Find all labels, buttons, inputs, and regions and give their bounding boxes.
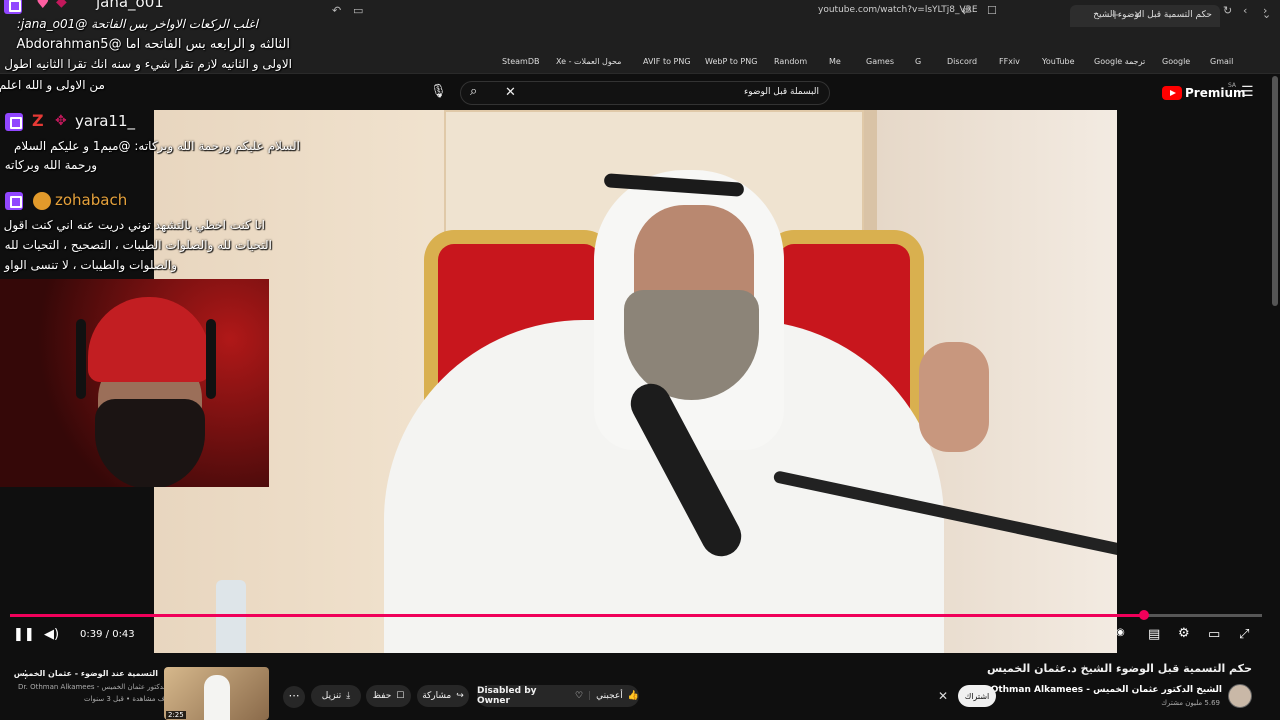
progress-fill xyxy=(10,614,1144,617)
theater-mode-icon[interactable]: ▭ xyxy=(1208,627,1220,642)
bookmark-item[interactable]: Google xyxy=(1162,57,1190,66)
youtube-premium-label: Premium xyxy=(1185,86,1246,100)
bookmark-item[interactable]: Games xyxy=(866,57,894,66)
channel-avatar[interactable] xyxy=(1228,684,1252,708)
save-button[interactable]: حفظ ☐ xyxy=(366,685,411,707)
bookmark-item[interactable]: Gmail xyxy=(1210,57,1233,66)
chat-message: من الاولى و الله اعلم xyxy=(0,78,105,92)
twitch-icon xyxy=(5,192,23,210)
chat-message: الثالثه و الرابعه بس الفاتحه اما @Abdora… xyxy=(16,37,290,52)
browser-tab[interactable]: حكم التسمية قبل الوضوء الشيخ xyxy=(1070,5,1220,27)
chat-message: اغلب الركعات الاواخر بس الفاتحة @jana_o0… xyxy=(16,17,258,31)
sub-badge-icon: ✥ xyxy=(55,113,67,129)
chat-message: ورحمة الله وبركاته xyxy=(4,158,97,172)
settings-gear-icon[interactable]: ⚙ xyxy=(1178,626,1190,641)
screenshot-icon[interactable]: ▭ xyxy=(353,4,363,17)
subscribe-button[interactable]: اشتراك xyxy=(958,685,996,707)
chat-username: yara11_ xyxy=(75,112,136,130)
bookmark-item[interactable]: YouTube xyxy=(1042,57,1075,66)
youtube-play-icon xyxy=(1162,86,1182,100)
related-video-channel: Dr. Othman Alkamees - الدكتور عثمان الخم… xyxy=(18,683,168,691)
clear-search-icon[interactable]: ✕ xyxy=(505,85,516,100)
bookmark-item[interactable]: WebP to PNG xyxy=(705,57,757,66)
reload-icon[interactable]: ↻ xyxy=(1223,4,1232,17)
hamburger-menu-icon[interactable]: ☰ xyxy=(1241,84,1254,100)
heart-badge-icon: ♥ xyxy=(36,0,50,12)
twitch-icon xyxy=(4,0,22,14)
back-icon[interactable]: ‹ xyxy=(1243,4,1247,17)
video-player[interactable] xyxy=(154,110,1117,653)
download-button[interactable]: تنزيل ⤓ xyxy=(311,685,361,707)
video-title: حكم التسمية قبل الوضوء الشيخ د.عثمان الخ… xyxy=(987,662,1252,675)
bookmark-item[interactable]: AVIF to PNG xyxy=(643,57,691,66)
download-label: تنزيل xyxy=(321,691,342,701)
download-icon: ⤓ xyxy=(346,691,351,701)
webcam-headphone xyxy=(206,319,216,399)
forward-icon[interactable]: › xyxy=(1263,4,1267,17)
chat-message: والصلوات والطيبات ، لا تنسى الواو xyxy=(4,258,177,272)
channel-badge-icon xyxy=(33,192,51,210)
bookmark-item[interactable]: Google ترجمة xyxy=(1094,57,1145,66)
autoplay-toggle-icon[interactable]: ◉ xyxy=(1116,627,1125,638)
share-button[interactable]: مشاركة ↪ xyxy=(417,685,469,707)
video-scene-hand xyxy=(919,342,989,452)
chat-message: الاولى و الثانيه لازم تقرا شيء و سنه انك… xyxy=(4,57,292,71)
url-field[interactable]: youtube.com/watch?v=lsYLTj8_VRE xyxy=(818,5,978,15)
chat-username: jana_o01 xyxy=(96,0,164,11)
region-code: SA xyxy=(1228,82,1237,89)
related-video-duration: 2:25 xyxy=(166,711,186,719)
microphone-icon[interactable]: 🎙 xyxy=(430,84,447,99)
translate-icon[interactable]: ⇄ xyxy=(962,4,971,17)
undo-icon[interactable]: ↶ xyxy=(332,4,341,17)
captions-icon[interactable]: ▤ xyxy=(1148,627,1160,642)
streamer-webcam xyxy=(0,279,269,487)
page-scrollbar[interactable] xyxy=(1272,76,1278,306)
time-display: 0:39 / 0:43 xyxy=(80,629,135,640)
like-label[interactable]: أعجبني xyxy=(596,691,623,701)
dislike-label[interactable]: Disabled by Owner xyxy=(477,686,570,706)
bookmark-item[interactable]: Discord xyxy=(947,57,977,66)
screen: حكم التسمية قبل الوضوء الشيخ ✕ + ⌄ youtu… xyxy=(0,0,1280,720)
tab-close-icon[interactable]: ✕ xyxy=(1134,10,1142,21)
subscriber-count: 5.69 مليون مشترك xyxy=(1161,699,1220,707)
bookmark-item[interactable]: Random xyxy=(774,57,807,66)
related-video-title[interactable]: التسمية عند الوضوء - عثمان الخميس xyxy=(14,669,158,678)
z-badge-icon: Z xyxy=(32,111,44,130)
bookmark-item[interactable]: FFxiv xyxy=(999,57,1020,66)
fullscreen-icon[interactable]: ⤢ xyxy=(1239,627,1249,642)
like-dislike-group: Disabled by Owner ♡ | أعجبني 👍 xyxy=(477,685,639,707)
divider: | xyxy=(588,691,592,701)
bookmark-item[interactable]: Me xyxy=(829,57,841,66)
new-tab-icon[interactable]: + xyxy=(1110,8,1120,22)
bookmark-item[interactable]: G xyxy=(915,57,921,66)
chat-message: السلام عليكم ورحمة الله وبركاته: @ميم1 و… xyxy=(13,139,300,153)
chat-message: التحيات لله والصلوات الطيبات ، التصحيح ،… xyxy=(4,238,272,252)
dislike-icon[interactable]: ♡ xyxy=(575,691,583,701)
save-icon: ☐ xyxy=(396,691,405,701)
webcam-headphone xyxy=(76,319,86,399)
bookmark-item[interactable]: Xe - محول العملات xyxy=(556,57,621,66)
bookmark-star-icon[interactable]: ☐ xyxy=(987,4,997,17)
thumbnail-figure xyxy=(204,675,230,720)
search-query: البسملة قبل الوضوء xyxy=(744,87,819,97)
channel-name[interactable]: الشيخ الدكتور عثمان الخميس - Dr. Othman … xyxy=(974,685,1222,695)
bookmark-item[interactable]: SteamDB xyxy=(502,57,539,66)
chat-message: انا كنت اخطي بالتشهد توني دريت عنه اني ك… xyxy=(3,218,265,232)
save-label: حفظ xyxy=(372,691,392,701)
share-icon: ↪ xyxy=(456,691,464,701)
chat-username: zohabach xyxy=(55,191,128,209)
close-icon[interactable]: ✕ xyxy=(938,689,948,703)
pause-icon[interactable]: ❚❚ xyxy=(13,627,35,642)
more-actions-button[interactable]: ⋯ xyxy=(283,686,305,708)
share-label: مشاركة xyxy=(422,691,452,701)
sub-badge-icon: ◆ xyxy=(56,0,67,10)
progress-scrubber[interactable] xyxy=(1139,610,1149,620)
like-icon[interactable]: 👍 xyxy=(628,691,639,701)
twitch-icon xyxy=(5,113,23,131)
volume-icon[interactable]: ◀) xyxy=(44,627,59,642)
search-icon[interactable]: ⌕ xyxy=(470,84,477,99)
